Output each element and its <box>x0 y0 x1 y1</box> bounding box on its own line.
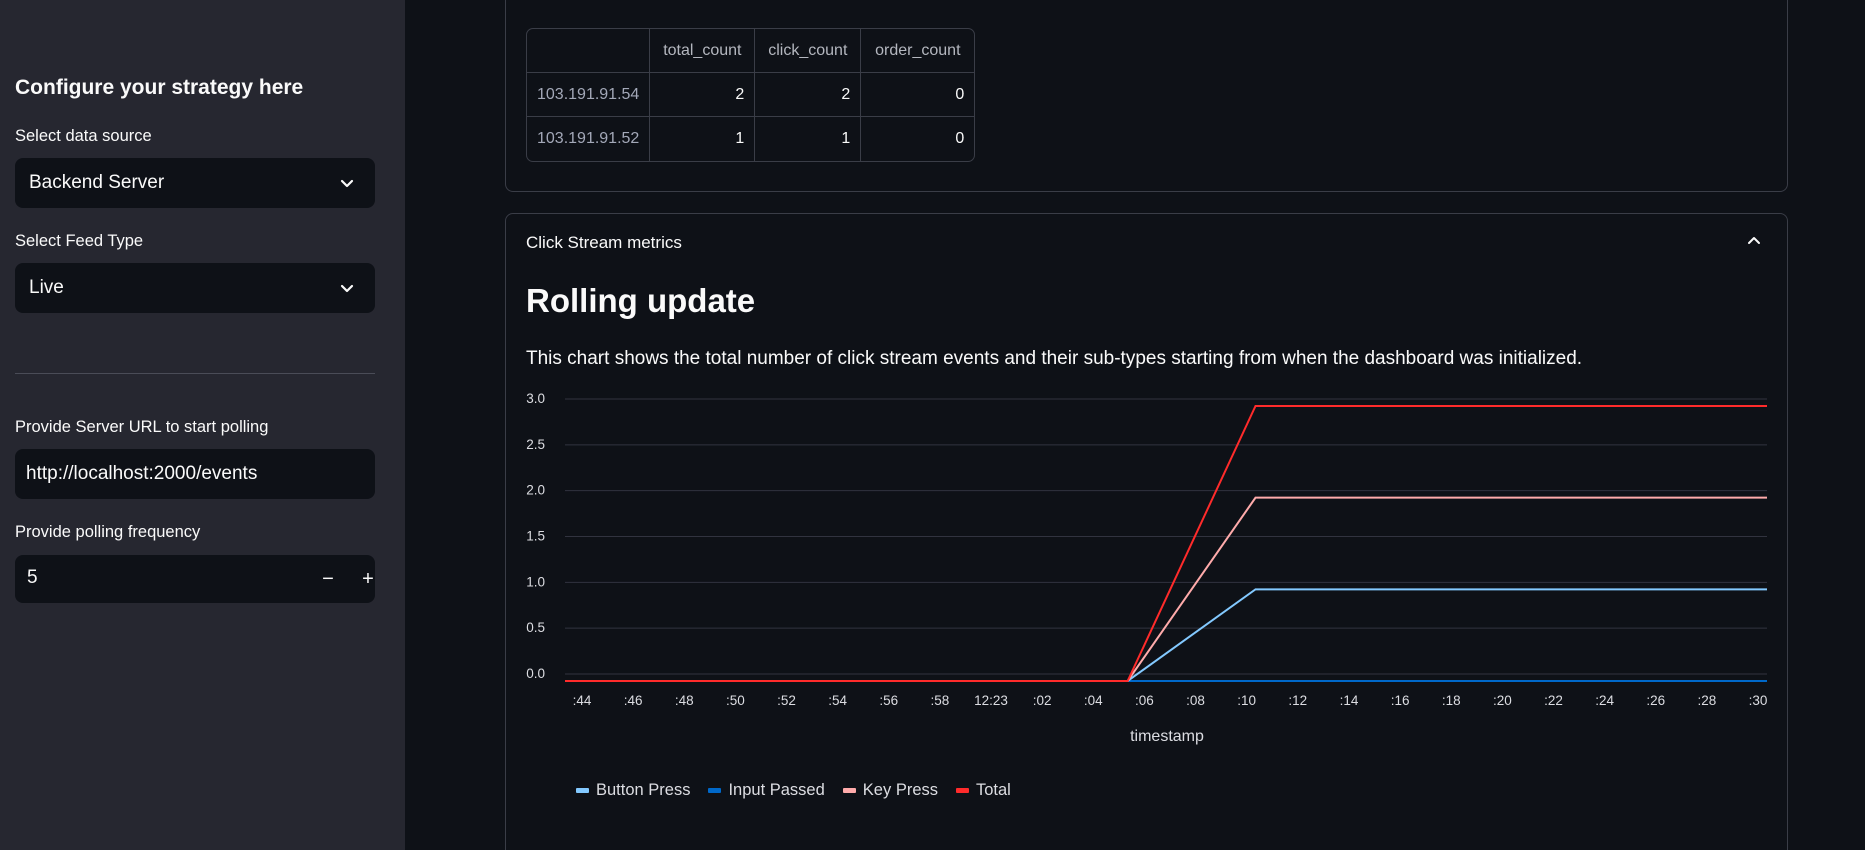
legend-label: Total <box>976 781 1011 799</box>
y-tick-label: 3.0 <box>526 391 545 406</box>
x-axis-title: timestamp <box>1130 728 1204 745</box>
table-header-row: total_count click_count order_count <box>527 29 975 73</box>
polling-frequency-value[interactable]: 5 <box>27 567 38 589</box>
table-row: 103.191.91.52 1 1 0 <box>527 117 974 161</box>
x-tick-label: :08 <box>1186 693 1205 708</box>
server-url-label: Provide Server URL to start polling <box>15 418 269 436</box>
legend-label: Button Press <box>596 781 691 799</box>
row-index: 103.191.91.54 <box>527 73 651 117</box>
x-tick-label: :18 <box>1442 693 1461 708</box>
chart-description: This chart shows the total number of cli… <box>526 348 1583 369</box>
x-tick-label: :28 <box>1697 693 1716 708</box>
cell-click-count: 1 <box>755 117 862 161</box>
legend-swatch <box>576 788 589 793</box>
server-url-input[interactable]: http://localhost:2000/events <box>15 449 375 499</box>
x-tick-label: 12:23 <box>974 693 1008 708</box>
cell-click-count: 2 <box>755 73 862 117</box>
chevron-down-icon <box>340 284 354 293</box>
column-header-total-count[interactable]: total_count <box>650 29 756 73</box>
legend-item-input-passed[interactable]: Input Passed <box>708 781 825 800</box>
x-tick-label: :06 <box>1135 693 1154 708</box>
y-tick-label: 0.0 <box>526 666 545 681</box>
page-heading: Rolling update <box>526 282 756 319</box>
series-line-button-press <box>565 588 1767 682</box>
y-tick-label: 2.0 <box>526 483 545 498</box>
x-tick-label: :58 <box>931 693 950 708</box>
cell-order-count: 0 <box>861 73 975 117</box>
feed-type-label: Select Feed Type <box>15 232 144 250</box>
cell-order-count: 0 <box>955 130 965 147</box>
legend-swatch <box>956 788 969 793</box>
sidebar: Configure your strategy here Select data… <box>0 0 405 850</box>
legend-label: Input Passed <box>728 781 825 799</box>
column-header-order-count[interactable]: order_count <box>861 29 975 73</box>
x-tick-label: :16 <box>1391 693 1410 708</box>
x-tick-label: :04 <box>1084 693 1103 708</box>
cell-total-count: 1 <box>650 117 756 161</box>
y-tick-label: 1.0 <box>526 574 545 589</box>
x-tick-label: :02 <box>1033 693 1052 708</box>
x-tick-label: :54 <box>828 693 847 708</box>
x-tick-label: :44 <box>573 693 592 708</box>
x-tick-label: :50 <box>726 693 745 708</box>
legend-item-key-press[interactable]: Key Press <box>842 781 938 800</box>
legend-swatch <box>842 788 856 793</box>
data-source-label: Select data source <box>15 127 152 145</box>
legend-item-button-press[interactable]: Button Press <box>576 781 690 800</box>
series-line-total <box>565 405 1767 682</box>
decrement-button[interactable]: − <box>311 562 345 596</box>
x-tick-label: :20 <box>1493 693 1512 708</box>
data-source-select[interactable]: Backend Server <box>15 158 375 208</box>
feed-type-select[interactable]: Live <box>15 263 375 313</box>
server-url-value: http://localhost:2000/events <box>26 463 258 484</box>
legend-label: Key Press <box>862 781 938 799</box>
chevron-up-icon[interactable] <box>1745 232 1763 250</box>
x-tick-label: :22 <box>1544 693 1563 708</box>
column-header-click-count[interactable]: click_count <box>755 29 862 73</box>
feed-type-value: Live <box>29 277 64 298</box>
table-row: 103.191.91.54 2 2 0 <box>527 73 975 117</box>
x-tick-label: :12 <box>1288 693 1307 708</box>
legend-swatch <box>708 788 722 793</box>
x-tick-label: :52 <box>777 693 796 708</box>
sidebar-divider <box>15 373 375 374</box>
polling-frequency-stepper[interactable]: 5 − + <box>15 555 375 603</box>
data-source-value: Backend Server <box>29 172 165 193</box>
row-index: 103.191.91.52 <box>527 117 651 161</box>
increment-button[interactable]: + <box>351 562 385 596</box>
x-tick-label: :10 <box>1237 693 1256 708</box>
y-tick-label: 0.5 <box>526 620 545 635</box>
y-tick-label: 1.5 <box>526 529 545 544</box>
x-tick-label: :48 <box>675 693 694 708</box>
chart-legend: Button Press Input Passed Key Press Tota… <box>576 781 1011 800</box>
y-tick-label: 2.5 <box>526 437 545 452</box>
x-tick-label: :26 <box>1646 693 1665 708</box>
x-tick-label: :30 <box>1749 693 1768 708</box>
column-header[interactable] <box>527 29 651 73</box>
x-tick-label: :24 <box>1595 693 1614 708</box>
sidebar-title: Configure your strategy here <box>15 76 304 99</box>
line-chart: 0.0 0.5 1.0 1.5 2.0 2.5 3.0 :44 :46 :48 :50 :52 :54:… <box>526 391 1768 745</box>
x-tick-label: :14 <box>1340 693 1359 708</box>
chevron-down-icon <box>340 179 354 188</box>
cell-total-count: 2 <box>650 73 756 117</box>
ip-count-table: total_count click_count order_count 103.… <box>526 28 976 162</box>
legend-item-total[interactable]: Total <box>956 781 1011 800</box>
x-tick-label: :56 <box>879 693 898 708</box>
x-tick-label: :46 <box>624 693 643 708</box>
polling-frequency-label: Provide polling frequency <box>15 523 201 541</box>
expander-title[interactable]: Click Stream metrics <box>526 233 682 253</box>
